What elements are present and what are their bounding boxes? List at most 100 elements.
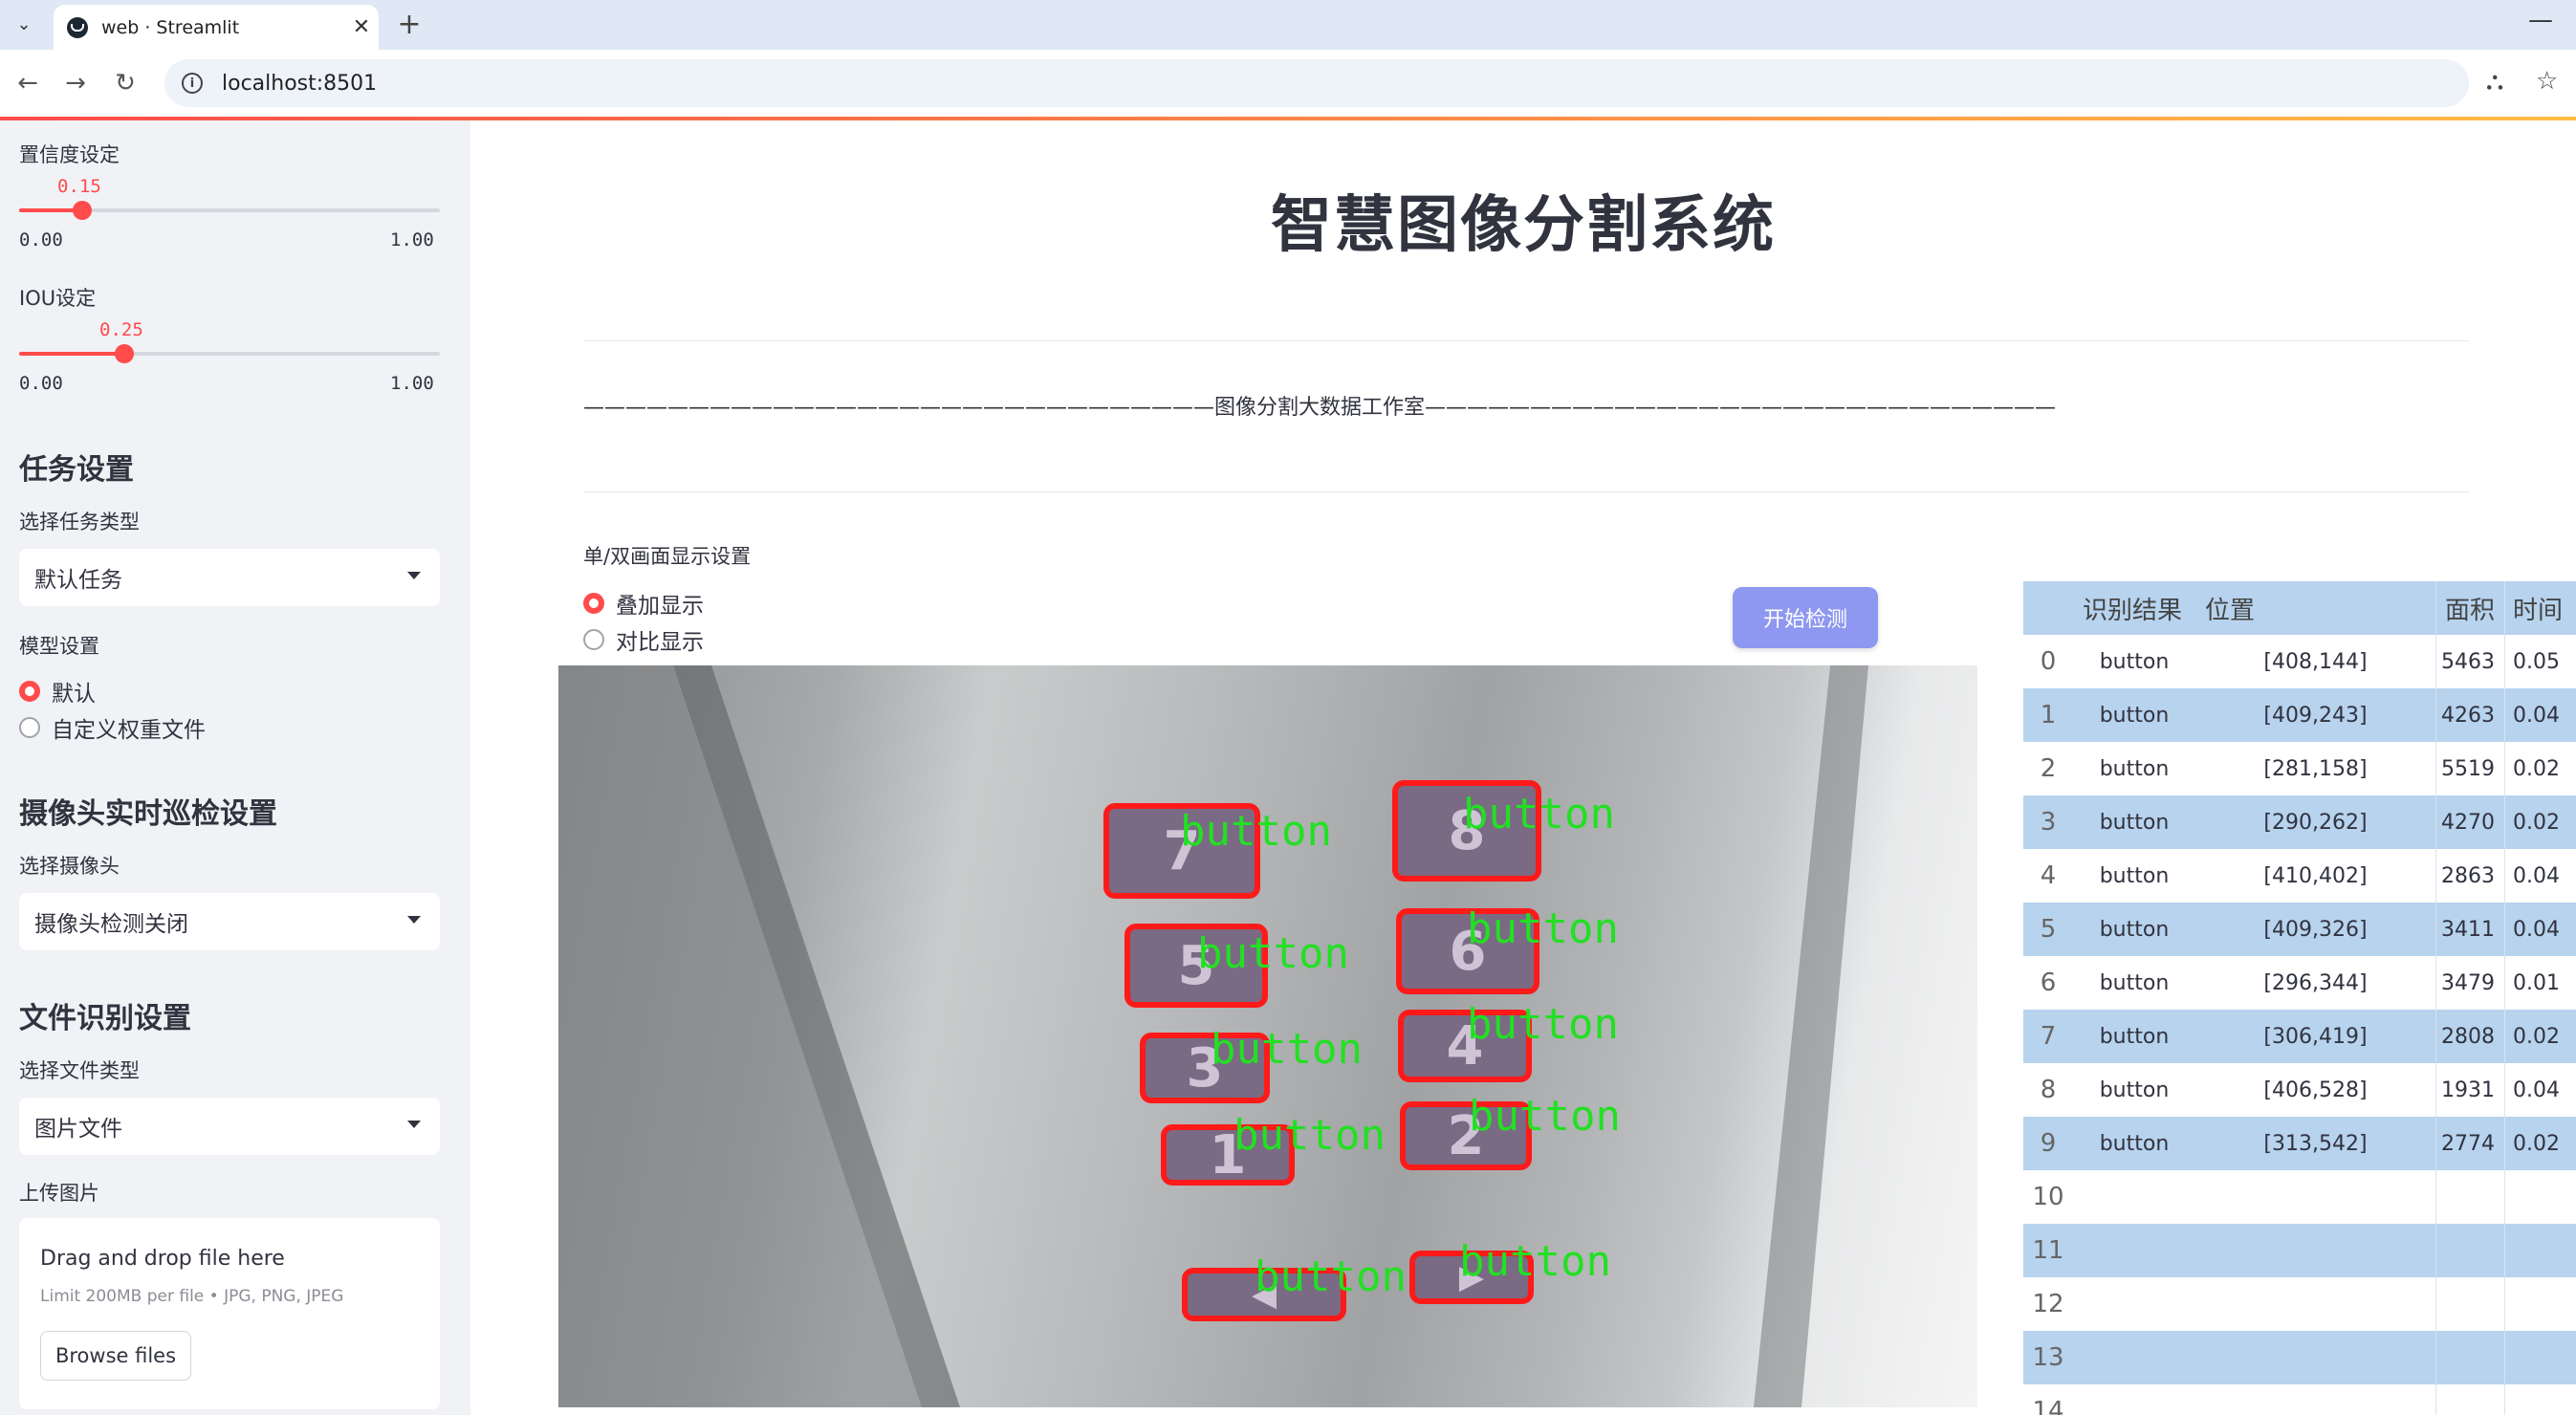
table-row[interactable]: 3 button [290,262] 4270 0.02	[2023, 795, 2576, 849]
radio-unselected-icon[interactable]	[583, 629, 604, 650]
dropzone-title: Drag and drop file here	[40, 1247, 285, 1271]
table-header-index	[2023, 581, 2073, 635]
table-cell-area: 4270	[2436, 795, 2505, 849]
task-settings-header: 任务设置	[19, 453, 134, 487]
table-row[interactable]: 13	[2023, 1331, 2576, 1384]
new-tab-icon[interactable]: +	[392, 8, 426, 41]
task-type-select[interactable]: 默认任务	[19, 549, 440, 606]
radio-selected-icon[interactable]	[583, 593, 604, 614]
radio-unselected-icon[interactable]	[19, 717, 40, 738]
browser-tab[interactable]: web · Streamlit ✕	[54, 5, 379, 50]
iou-max: 1.00	[390, 373, 434, 394]
table-cell-position: [410,402]	[2195, 849, 2436, 903]
model-option-custom[interactable]: 自定义权重文件	[19, 711, 206, 744]
url-bar[interactable]: i localhost:8501	[164, 59, 2469, 107]
minimize-icon[interactable]: —	[2528, 6, 2553, 34]
table-cell-index: 0	[2040, 647, 2057, 676]
table-row[interactable]: 2 button [281,158] 5519 0.02	[2023, 742, 2576, 795]
table-row[interactable]: 4 button [410,402] 2863 0.04	[2023, 849, 2576, 903]
table-header-time[interactable]: 时间	[2505, 581, 2576, 635]
detection-label: button	[1197, 929, 1349, 978]
iou-slider-thumb[interactable]	[115, 344, 134, 363]
confidence-slider[interactable]	[19, 201, 440, 220]
upload-label: 上传图片	[19, 1182, 99, 1205]
table-header-result[interactable]: 识别结果	[2073, 581, 2195, 635]
model-settings-label: 模型设置	[19, 635, 99, 658]
table-row[interactable]: 1 button [409,243] 4263 0.04	[2023, 688, 2576, 742]
table-cell-result	[2073, 1170, 2195, 1224]
model-option-default[interactable]: 默认	[19, 675, 96, 708]
table-header-position[interactable]: 位置	[2195, 581, 2436, 635]
radio-selected-icon[interactable]	[19, 681, 40, 702]
table-cell-index: 5	[2040, 915, 2057, 944]
table-cell-position	[2195, 1384, 2436, 1415]
table-cell-time: 0.02	[2513, 1131, 2560, 1156]
table-row[interactable]: 7 button [306,419] 2808 0.02	[2023, 1010, 2576, 1063]
table-cell-area	[2436, 1224, 2505, 1277]
tab-close-icon[interactable]: ✕	[344, 15, 379, 39]
table-cell-result: button	[2099, 863, 2170, 888]
table-cell-area: 2774	[2436, 1117, 2505, 1170]
table-cell-index: 12	[2032, 1290, 2064, 1318]
table-cell-result: button	[2099, 1131, 2170, 1156]
table-cell-index: 14	[2032, 1397, 2064, 1415]
detection-label: button	[1463, 790, 1615, 838]
table-cell-index: 3	[2040, 808, 2057, 837]
reload-icon[interactable]: ↻	[107, 65, 143, 101]
table-row[interactable]: 10	[2023, 1170, 2576, 1224]
table-cell-position: [408,144]	[2195, 635, 2436, 688]
display-option-compare[interactable]: 对比显示	[583, 623, 704, 656]
bookmark-star-icon[interactable]: ☆	[2536, 67, 2558, 96]
table-row[interactable]: 5 button [409,326] 3411 0.04	[2023, 903, 2576, 956]
table-cell-result	[2073, 1224, 2195, 1277]
page-title: 智慧图像分割系统	[1271, 190, 1776, 261]
table-cell-index: 8	[2040, 1076, 2057, 1104]
camera-label: 选择摄像头	[19, 855, 120, 878]
file-type-select[interactable]: 图片文件	[19, 1098, 440, 1155]
sidebar: 置信度设定 0.15 0.00 1.00 IOU设定 0.25 0.00 1.0…	[0, 120, 470, 1415]
table-row[interactable]: 0 button [408,144] 5463 0.05	[2023, 635, 2576, 688]
forward-icon[interactable]: →	[57, 65, 94, 101]
table-header: 识别结果 位置 面积 时间	[2023, 581, 2576, 635]
table-cell-time: 0.02	[2513, 756, 2560, 781]
table-cell-result: button	[2099, 917, 2170, 942]
table-cell-result	[2073, 1384, 2195, 1415]
task-type-label: 选择任务类型	[19, 511, 140, 533]
table-header-area[interactable]: 面积	[2436, 581, 2505, 635]
table-cell-time: 0.04	[2513, 703, 2560, 728]
table-cell-time	[2505, 1384, 2576, 1415]
table-row[interactable]: 11	[2023, 1224, 2576, 1277]
browser-tab-bar: ⌄ web · Streamlit ✕ + —	[0, 0, 2576, 50]
display-option-overlay[interactable]: 叠加显示	[583, 587, 704, 620]
tab-list-chevron-icon[interactable]: ⌄	[10, 10, 38, 38]
table-cell-time: 0.04	[2513, 863, 2560, 888]
table-row[interactable]: 14	[2023, 1384, 2576, 1415]
browse-files-button[interactable]: Browse files	[40, 1331, 191, 1381]
back-icon[interactable]: ←	[10, 65, 46, 101]
table-cell-area: 3479	[2436, 956, 2505, 1010]
camera-select[interactable]: 摄像头检测关闭	[19, 893, 440, 950]
table-row[interactable]: 6 button [296,344] 3479 0.01	[2023, 956, 2576, 1010]
table-cell-position: [290,262]	[2195, 795, 2436, 849]
site-info-icon[interactable]: i	[182, 73, 203, 94]
url-text: localhost:8501	[222, 71, 378, 96]
file-type-label: 选择文件类型	[19, 1059, 140, 1082]
table-cell-index: 10	[2032, 1183, 2064, 1211]
confidence-slider-thumb[interactable]	[73, 201, 92, 220]
table-cell-area: 3411	[2436, 903, 2505, 956]
address-toolbar: ← → ↻ i localhost:8501 ⛬ ☆	[0, 50, 2576, 117]
translate-icon[interactable]: ⛬	[2486, 67, 2503, 97]
table-cell-area: 2863	[2436, 849, 2505, 903]
detection-label: button	[1255, 1252, 1407, 1301]
detection-label: button	[1467, 904, 1619, 953]
table-row[interactable]: 9 button [313,542] 2774 0.02	[2023, 1117, 2576, 1170]
dropzone-limit: Limit 200MB per file • JPG, PNG, JPEG	[40, 1287, 344, 1306]
table-row[interactable]: 12	[2023, 1277, 2576, 1331]
file-dropzone[interactable]: Drag and drop file here Limit 200MB per …	[19, 1218, 440, 1409]
iou-slider[interactable]	[19, 344, 440, 363]
start-detection-button[interactable]: 开始检测	[1733, 587, 1878, 648]
results-table[interactable]: 识别结果 位置 面积 时间 0 button [408,144] 5463 0.05 1 b…	[2023, 581, 2576, 1415]
file-settings-header: 文件识别设置	[19, 1002, 191, 1035]
table-row[interactable]: 8 button [406,528] 1931 0.04	[2023, 1063, 2576, 1117]
table-cell-result: button	[2099, 810, 2170, 835]
